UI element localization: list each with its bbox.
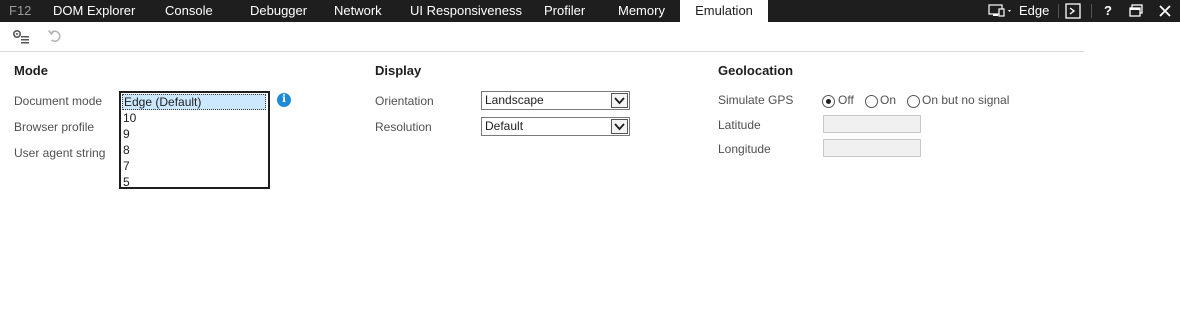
document-mode-listbox[interactable]: Edge (Default) 10 9 8 7 5 [119, 91, 270, 189]
latitude-field[interactable] [823, 115, 921, 133]
tab-ui-responsiveness[interactable]: UI Responsiveness [410, 0, 522, 22]
simulate-gps-label: Simulate GPS [718, 93, 794, 107]
user-agent-label: User agent string [14, 146, 106, 160]
settings-list-icon[interactable] [12, 28, 30, 47]
tab-console[interactable]: Console [165, 0, 213, 22]
console-toggle-icon[interactable] [1065, 0, 1081, 22]
tab-memory[interactable]: Memory [618, 0, 665, 22]
gps-on-radio[interactable] [865, 95, 878, 108]
toolbar-separator [1091, 4, 1092, 18]
undock-icon[interactable] [1129, 0, 1143, 22]
document-mode-option[interactable]: 8 [121, 142, 268, 158]
latitude-label: Latitude [718, 118, 761, 132]
document-mode-option[interactable]: Edge (Default) [122, 94, 266, 110]
longitude-field[interactable] [823, 139, 921, 157]
chevron-down-icon[interactable] [611, 93, 628, 108]
tab-bar: F12 DOM Explorer Console Debugger Networ… [0, 0, 1180, 22]
browser-target-label[interactable]: Edge [1019, 0, 1049, 22]
orientation-label: Orientation [375, 94, 434, 108]
emulation-toolbar [0, 22, 1084, 52]
display-heading: Display [375, 63, 422, 78]
tab-dom-explorer[interactable]: DOM Explorer [53, 0, 135, 22]
gps-on-label: On [880, 93, 897, 107]
chevron-down-icon[interactable] [611, 119, 628, 134]
f12-label: F12 [9, 3, 32, 18]
close-icon[interactable] [1158, 0, 1172, 22]
document-mode-option[interactable]: 7 [121, 158, 268, 174]
help-icon[interactable]: ? [1104, 0, 1112, 22]
gps-no-signal-radio[interactable] [907, 95, 920, 108]
tab-emulation[interactable]: Emulation [680, 0, 768, 22]
orientation-select[interactable]: Landscape [481, 91, 630, 110]
gps-no-signal-label: On but no signal [922, 93, 1010, 107]
document-mode-option[interactable]: 5 [121, 174, 268, 190]
resolution-label: Resolution [375, 120, 432, 134]
toolbar-separator [1058, 4, 1059, 18]
gps-off-radio[interactable] [822, 95, 835, 108]
device-target-icon[interactable] [988, 0, 1014, 22]
tab-debugger[interactable]: Debugger [250, 0, 307, 22]
resolution-select[interactable]: Default [481, 117, 630, 136]
info-icon[interactable]: i [277, 93, 291, 107]
geolocation-heading: Geolocation [718, 63, 794, 78]
document-mode-option[interactable]: 10 [121, 110, 268, 126]
document-mode-label: Document mode [14, 94, 103, 108]
resolution-value: Default [485, 119, 524, 133]
reset-icon[interactable] [47, 28, 63, 47]
tab-network[interactable]: Network [334, 0, 382, 22]
gps-off-label: Off [838, 93, 854, 107]
longitude-label: Longitude [718, 142, 771, 156]
document-mode-option[interactable]: 9 [121, 126, 268, 142]
tab-profiler[interactable]: Profiler [544, 0, 585, 22]
orientation-value: Landscape [485, 93, 544, 107]
mode-heading: Mode [14, 63, 48, 78]
browser-profile-label: Browser profile [14, 120, 95, 134]
